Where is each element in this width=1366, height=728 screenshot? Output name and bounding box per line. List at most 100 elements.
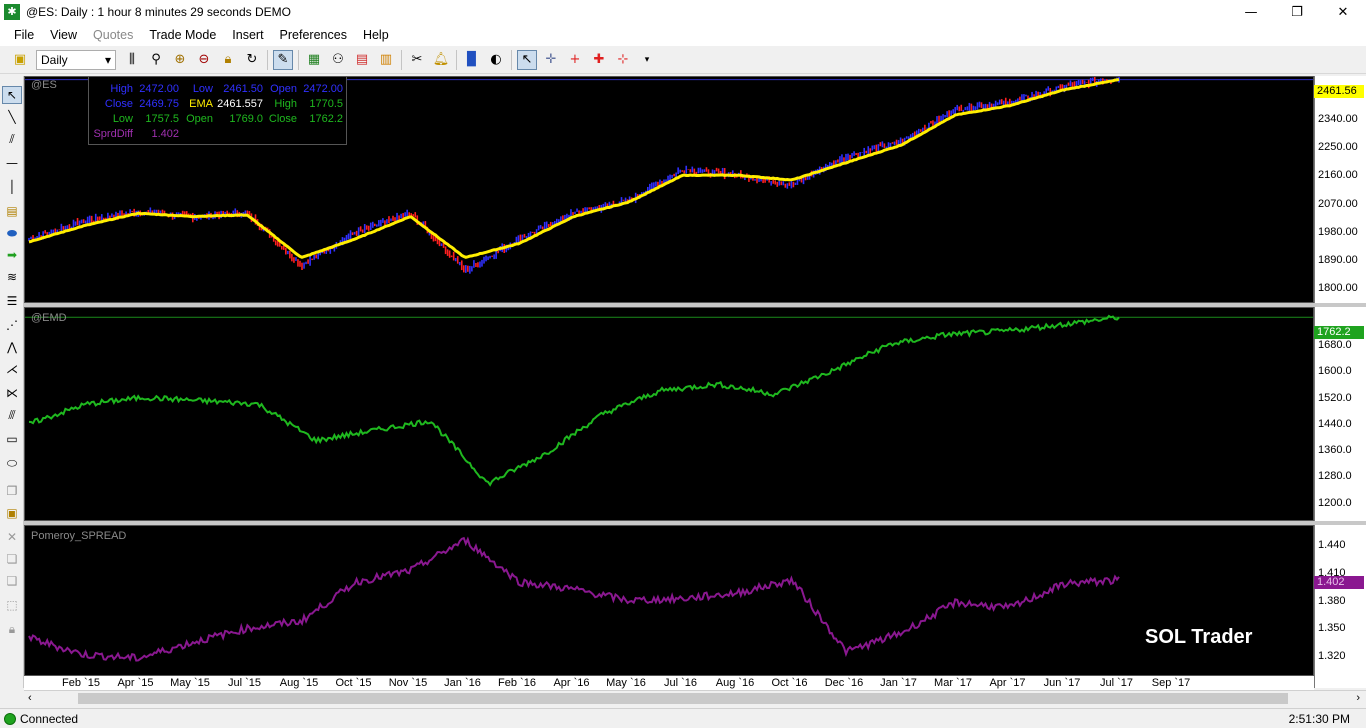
crosshair-icon[interactable]: ✛ <box>541 50 561 70</box>
time-axis-label: Feb `16 <box>498 677 536 689</box>
menu-trade-mode[interactable]: Trade Mode <box>141 28 224 42</box>
delete-drawing-icon[interactable]: ✕ <box>2 528 22 546</box>
scroll-left-icon[interactable]: ‹ <box>28 692 32 704</box>
book-icon[interactable]: ▉ <box>462 50 482 70</box>
time-axis-label: Apr `15 <box>117 677 154 689</box>
menu-preferences[interactable]: Preferences <box>272 28 355 42</box>
lock-icon[interactable]: 🔒︎ <box>218 50 238 70</box>
maximize-button[interactable]: ❐ <box>1274 0 1320 24</box>
mouse-icon[interactable]: ◐ <box>486 50 506 70</box>
picture-tool-icon[interactable]: ▣ <box>2 504 22 522</box>
zoom-out-icon[interactable]: ⊖ <box>194 50 214 70</box>
axis-tick: 1890.00 <box>1318 254 1358 267</box>
rectangle-tool-icon[interactable]: ▭ <box>2 430 22 448</box>
drawing-toolbar: ↖ ╲ ⫽ — │ ▤ ⬬ ➡ ≋ ☰ ⋰ ⋀ ⋌ ⋉ ⫻ ▭ ⬭ ❐ ▣ ✕ … <box>0 76 24 688</box>
chart-window[interactable]: @ES @EMD Pomeroy_SPREAD SOL Trader 2430.… <box>24 76 1366 688</box>
bar-style-icon[interactable]: ⫼ <box>122 50 142 70</box>
db-emd-open-value: 1769.0 <box>229 113 263 125</box>
menu-help[interactable]: Help <box>355 28 397 42</box>
crosshair-line-icon[interactable]: ⊹ <box>613 50 633 70</box>
zoom-icon[interactable]: ⚲ <box>146 50 166 70</box>
ellipse-tool-icon[interactable]: ⬭ <box>2 454 22 472</box>
lock-drawing-icon[interactable]: 🔒︎ <box>2 620 22 638</box>
spread-last-value: 1.402 <box>1314 576 1364 589</box>
data-window[interactable]: High 2472.00 Low 2461.50 Open 2472.00 Cl… <box>88 76 347 145</box>
paste-drawing-icon[interactable]: ❑ <box>2 572 22 590</box>
note-tool-icon[interactable]: ▤ <box>2 202 22 220</box>
db-ema-value: 2461.557 <box>217 98 263 110</box>
select-area-icon[interactable]: ⬚ <box>2 596 22 614</box>
toolbar: ▣ Daily ▾ ⫼ ⚲ ⊕ ⊖ 🔒︎ ↻ ✎ ▦ ⚇ ▤ ▥ ✂ 🔔︎ ▉ … <box>0 46 1366 74</box>
db-emd-open-label: Open <box>186 113 213 125</box>
menu-file[interactable]: File <box>6 28 42 42</box>
gann-fan-icon[interactable]: ⋌ <box>2 360 22 378</box>
quote-board-icon[interactable]: ▤ <box>352 50 372 70</box>
bell-icon[interactable]: 🔔︎ <box>431 50 451 70</box>
db-open-value: 2472.00 <box>303 83 343 95</box>
channel-tool-icon[interactable]: ⫽ <box>2 130 22 148</box>
scissors-icon[interactable]: ✂ <box>407 50 427 70</box>
fib-extension-icon[interactable]: ⋰ <box>2 316 22 334</box>
es-last-value: 2461.56 <box>1314 85 1364 98</box>
time-axis-label: Mar `17 <box>934 677 972 689</box>
spread-pane[interactable]: Pomeroy_SPREAD SOL Trader <box>24 525 1314 676</box>
time-axis: Feb `15 Apr `15 May `15 Jul `15 Aug `15 Oct `… <box>24 676 1314 690</box>
scroll-right-icon[interactable]: › <box>1356 692 1360 704</box>
trendline-tool-icon[interactable]: ╲ <box>2 108 22 126</box>
toolbar-overflow-icon[interactable]: ▾ <box>637 50 657 70</box>
axis-tick: 1.350 <box>1318 622 1346 635</box>
separator <box>401 49 402 70</box>
menu-insert[interactable]: Insert <box>224 28 271 42</box>
vertical-line-icon[interactable]: │ <box>2 178 22 196</box>
emd-last-value: 1762.2 <box>1314 326 1364 339</box>
menu-quotes[interactable]: Quotes <box>85 28 141 42</box>
minimize-button[interactable]: — <box>1228 0 1274 24</box>
pitchfork-icon[interactable]: ⋀ <box>2 338 22 356</box>
wave-tool-icon[interactable]: ≋ <box>2 268 22 286</box>
parallel-lines-icon[interactable]: ⫻ <box>2 406 22 424</box>
pointer-tool-icon[interactable]: ↖ <box>2 86 22 104</box>
refresh-icon[interactable]: ↻ <box>242 50 262 70</box>
fib-retracement-icon[interactable]: ☰ <box>2 292 22 310</box>
close-button[interactable]: ✕ <box>1320 0 1366 24</box>
title-bar: ✱ @ES: Daily : 1 hour 8 minutes 29 secon… <box>0 0 1366 24</box>
horizontal-line-icon[interactable]: — <box>2 154 22 172</box>
emd-pane[interactable]: @EMD <box>24 307 1314 521</box>
axis-tick: 1200.0 <box>1318 496 1352 509</box>
copy-drawing-icon[interactable]: ❏ <box>2 550 22 568</box>
axis-tick: 2070.00 <box>1318 197 1358 210</box>
time-axis-label: Nov `15 <box>388 677 428 689</box>
interval-select[interactable]: Daily ▾ <box>36 49 116 70</box>
db-emd-close-value: 1762.2 <box>309 113 343 125</box>
draw-mode-icon[interactable]: ✎ <box>273 49 293 70</box>
callout-tool-icon[interactable]: ⬬ <box>2 224 22 242</box>
time-axis-label: Jan `16 <box>444 677 481 689</box>
speed-lines-icon[interactable]: ⋉ <box>2 384 22 402</box>
network-icon[interactable]: ⚇ <box>328 50 348 70</box>
db-close-value: 2469.75 <box>139 98 179 110</box>
scrollbar-thumb[interactable] <box>78 693 1288 704</box>
crosshair-red-icon[interactable]: + <box>565 50 585 70</box>
axis-tick: 1440.0 <box>1318 417 1352 430</box>
horizontal-scrollbar[interactable]: ‹ › <box>24 690 1366 706</box>
time-axis-label: May `16 <box>606 677 646 689</box>
separator <box>267 49 268 70</box>
cursor-icon[interactable]: ↖ <box>517 49 537 70</box>
interval-icon[interactable]: ▣ <box>10 50 30 70</box>
window-title: @ES: Daily : 1 hour 8 minutes 29 seconds… <box>26 5 291 19</box>
studies-icon[interactable]: ▥ <box>376 50 396 70</box>
axis-tick: 1.380 <box>1318 594 1346 607</box>
db-sprd-value: 1.402 <box>151 128 179 140</box>
es-pane-label: @ES <box>31 79 57 91</box>
chart-wizard-icon[interactable]: ▦ <box>304 50 324 70</box>
arrow-tool-icon[interactable]: ➡ <box>2 246 22 264</box>
time-axis-label: Aug `15 <box>279 677 319 689</box>
time-axis-label: Feb `15 <box>62 677 100 689</box>
crosshair-plus-icon[interactable]: ✚ <box>589 50 609 70</box>
zoom-in-icon[interactable]: ⊕ <box>170 50 190 70</box>
menu-view[interactable]: View <box>42 28 85 42</box>
spread-chart-svg <box>28 536 1120 662</box>
stack-tool-icon[interactable]: ❐ <box>2 482 22 500</box>
chevron-down-icon: ▾ <box>104 52 111 67</box>
db-sprd-label: SprdDiff <box>93 128 133 140</box>
